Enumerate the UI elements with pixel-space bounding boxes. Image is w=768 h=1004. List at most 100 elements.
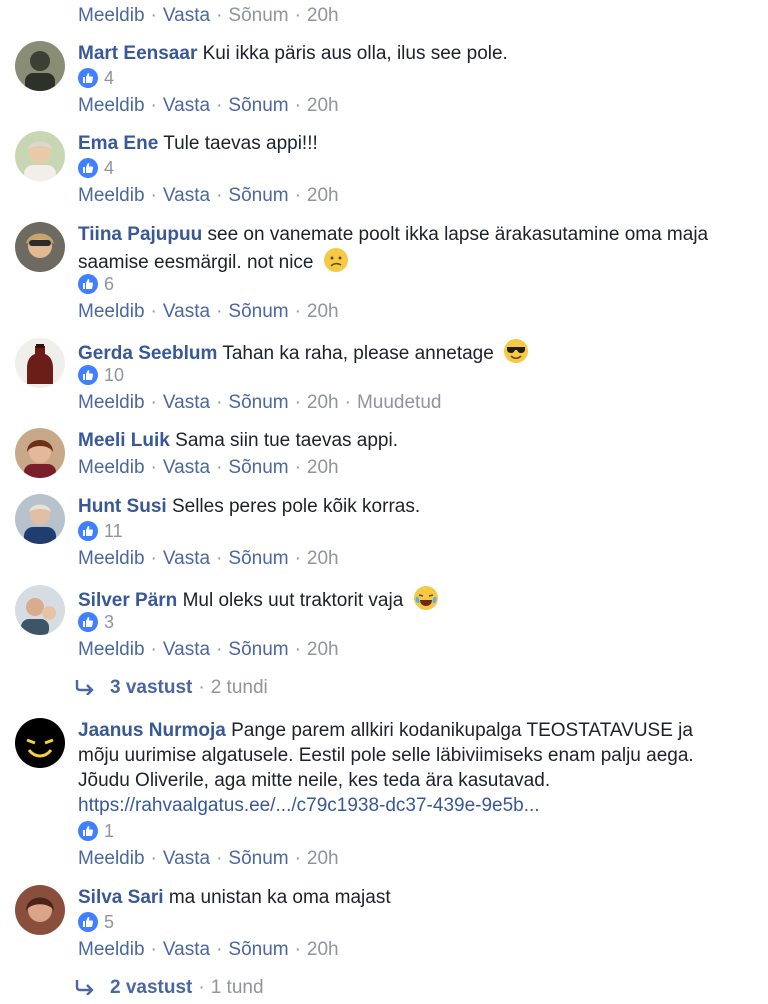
- sunglasses-face-emoji: [503, 338, 529, 364]
- comment-author[interactable]: Silver Pärn: [78, 590, 177, 611]
- timestamp[interactable]: 20h: [307, 939, 339, 960]
- avatar[interactable]: [15, 494, 65, 544]
- message-button[interactable]: Sõnum: [228, 5, 288, 26]
- reaction-count[interactable]: 4: [78, 66, 114, 90]
- timestamp[interactable]: 20h: [307, 548, 339, 569]
- like-icon: [78, 68, 98, 88]
- comment-author[interactable]: Hunt Susi: [78, 496, 167, 517]
- comment-actions: Meeldib · Vasta · Sõnum · 20h: [78, 301, 339, 322]
- like-button[interactable]: Meeldib: [78, 457, 145, 478]
- comment-actions: Meeldib · Vasta · Sõnum · 20h: [78, 95, 339, 116]
- like-icon: [78, 274, 98, 294]
- reply-button[interactable]: Vasta: [163, 185, 210, 206]
- tears-of-joy-emoji: [413, 585, 439, 611]
- comment-actions: Meeldib · Vasta · Sõnum · 20h: [78, 848, 339, 869]
- message-button[interactable]: Sõnum: [228, 848, 288, 869]
- timestamp: 1 tund: [210, 977, 264, 998]
- like-button[interactable]: Meeldib: [78, 639, 145, 660]
- avatar[interactable]: [15, 428, 65, 478]
- like-button[interactable]: Meeldib: [78, 301, 145, 322]
- like-button[interactable]: Meeldib: [78, 185, 145, 206]
- comment-author[interactable]: Silva Sari: [78, 887, 164, 908]
- comment-author[interactable]: Mart Eensaar: [78, 43, 197, 64]
- avatar[interactable]: [15, 718, 65, 768]
- reaction-count[interactable]: 11: [78, 519, 123, 543]
- comment-text: Selles peres pole kõik korras.: [171, 496, 421, 517]
- like-button[interactable]: Meeldib: [78, 392, 145, 413]
- reply-button[interactable]: Vasta: [163, 95, 210, 116]
- like-icon: [78, 521, 98, 541]
- like-button[interactable]: Meeldib: [78, 548, 145, 569]
- reply-button[interactable]: Vasta: [163, 301, 210, 322]
- reply-button[interactable]: Vasta: [163, 548, 210, 569]
- comment-author[interactable]: Tiina Pajupuu: [78, 224, 202, 245]
- like-icon: [78, 612, 98, 632]
- reaction-count[interactable]: 5: [78, 910, 114, 934]
- like-icon: [78, 365, 98, 385]
- reaction-count[interactable]: 4: [78, 156, 114, 180]
- reaction-count[interactable]: 6: [78, 272, 114, 296]
- comment-text: Tahan ka raha, please annetage: [222, 343, 494, 364]
- avatar[interactable]: [15, 338, 65, 388]
- like-button[interactable]: Meeldib: [78, 848, 145, 869]
- reply-arrow-icon: [74, 978, 96, 996]
- comment-text: Mul oleks uut traktorit vaja: [182, 590, 404, 611]
- comment-link[interactable]: https://rahvaalgatus.ee/.../c79c1938-dc3…: [78, 795, 540, 816]
- comment-text: ma unistan ka oma majast: [168, 887, 391, 908]
- comment-author[interactable]: Ema Ene: [78, 133, 158, 154]
- like-button[interactable]: Meeldib: [78, 5, 145, 26]
- like-icon: [78, 821, 98, 841]
- reply-button[interactable]: Vasta: [163, 392, 210, 413]
- message-button[interactable]: Sõnum: [228, 301, 288, 322]
- comment-actions: Meeldib · Vasta · Sõnum · 20h: [78, 185, 339, 206]
- timestamp[interactable]: 20h: [307, 301, 339, 322]
- reply-button[interactable]: Vasta: [163, 939, 210, 960]
- reaction-count[interactable]: 10: [78, 363, 124, 387]
- message-button[interactable]: Sõnum: [228, 185, 288, 206]
- comment-actions: Meeldib · Vasta · Sõnum · 20h: [78, 939, 339, 960]
- message-button[interactable]: Sõnum: [228, 392, 288, 413]
- reply-button[interactable]: Vasta: [163, 639, 210, 660]
- message-button[interactable]: Sõnum: [228, 639, 288, 660]
- timestamp: 2 tundi: [210, 677, 268, 698]
- comment-author[interactable]: Meeli Luik: [78, 430, 170, 451]
- comment-author[interactable]: Jaanus Nurmoja: [78, 720, 226, 741]
- comment-text: Sama siin tue taevas appi.: [175, 430, 398, 451]
- reply-arrow-icon: [74, 678, 96, 696]
- comment-actions: Meeldib · Vasta · Sõnum · 20h · Muudetud: [78, 392, 442, 413]
- like-icon: [78, 912, 98, 932]
- like-button[interactable]: Meeldib: [78, 939, 145, 960]
- avatar[interactable]: [15, 585, 65, 635]
- message-button[interactable]: Sõnum: [228, 457, 288, 478]
- comment-actions: Meeldib · Vasta · Sõnum · 20h: [78, 5, 339, 26]
- message-button[interactable]: Sõnum: [228, 95, 288, 116]
- confused-face-emoji: [323, 247, 349, 273]
- avatar[interactable]: [15, 41, 65, 91]
- message-button[interactable]: Sõnum: [228, 548, 288, 569]
- reaction-count[interactable]: 3: [78, 610, 114, 634]
- timestamp[interactable]: 20h: [307, 185, 339, 206]
- timestamp[interactable]: 20h: [307, 848, 339, 869]
- like-button[interactable]: Meeldib: [78, 95, 145, 116]
- avatar[interactable]: [15, 885, 65, 935]
- view-replies-link[interactable]: 2 vastust · 1 tund: [74, 976, 264, 1000]
- comment-text: Kui ikka päris aus olla, ilus see pole.: [202, 43, 508, 64]
- timestamp[interactable]: 20h: [307, 5, 339, 26]
- reply-button[interactable]: Vasta: [163, 848, 210, 869]
- timestamp[interactable]: 20h: [307, 392, 339, 413]
- message-button[interactable]: Sõnum: [228, 939, 288, 960]
- reply-button[interactable]: Vasta: [163, 457, 210, 478]
- timestamp[interactable]: 20h: [307, 639, 339, 660]
- comment-actions: Meeldib · Vasta · Sõnum · 20h: [78, 548, 339, 569]
- reply-button[interactable]: Vasta: [163, 5, 210, 26]
- avatar[interactable]: [15, 131, 65, 181]
- edited-label[interactable]: Muudetud: [357, 392, 442, 413]
- view-replies-link[interactable]: 3 vastust · 2 tundi: [74, 676, 268, 700]
- comment-author[interactable]: Gerda Seeblum: [78, 343, 217, 364]
- reaction-count[interactable]: 1: [78, 819, 114, 843]
- avatar[interactable]: [15, 222, 65, 272]
- comment-actions: Meeldib · Vasta · Sõnum · 20h: [78, 639, 339, 660]
- comment-actions: Meeldib · Vasta · Sõnum · 20h: [78, 457, 339, 478]
- timestamp[interactable]: 20h: [307, 457, 339, 478]
- timestamp[interactable]: 20h: [307, 95, 339, 116]
